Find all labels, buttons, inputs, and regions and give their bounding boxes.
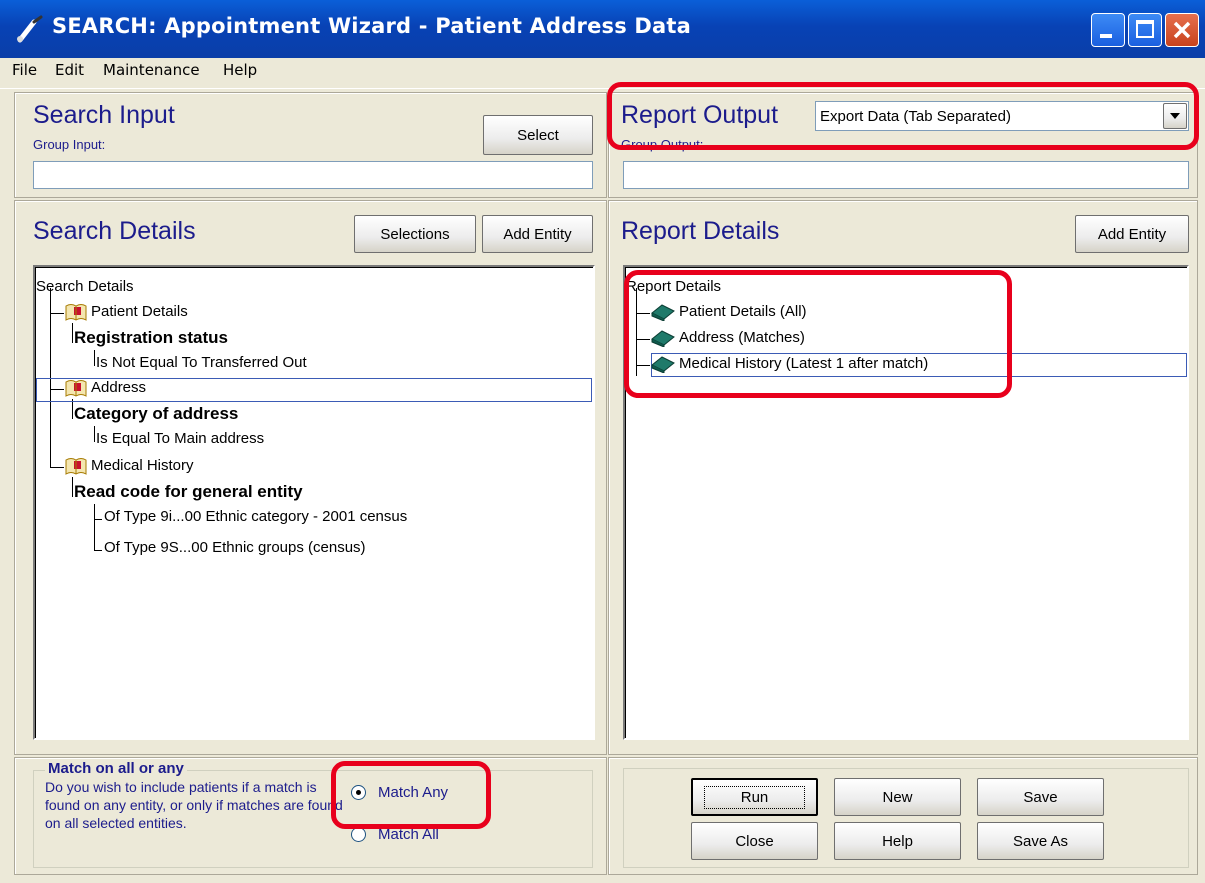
match-all-label: Match All (378, 826, 439, 843)
selections-button[interactable]: Selections (354, 215, 476, 253)
report-tree-root-label: Report Details (626, 278, 722, 295)
menu-help[interactable]: Help (223, 61, 257, 79)
report-details-heading: Report Details (621, 217, 780, 245)
close-window-button[interactable] (1165, 13, 1199, 47)
search-details-tree[interactable]: Search Details Patient Details Registrat… (33, 265, 595, 740)
tree-node-condition[interactable]: Of Type 9S...00 Ethnic groups (census) (104, 539, 366, 556)
report-node-address[interactable]: Address (Matches) (679, 329, 805, 346)
tree-node-address[interactable]: Address (91, 379, 146, 396)
menu-edit[interactable]: Edit (55, 61, 84, 79)
report-output-dropdown[interactable]: Export Data (Tab Separated) (815, 101, 1189, 131)
match-any-option[interactable]: Match Any (351, 784, 448, 801)
chevron-down-icon (1170, 113, 1180, 119)
entity-book-icon (65, 458, 87, 475)
tree-node-condition[interactable]: Is Not Equal To Transferred Out (96, 354, 307, 371)
actions-panel: Run New Save Close Help Save As (608, 757, 1198, 875)
report-node-patient-details[interactable]: Patient Details (All) (679, 303, 807, 320)
search-input-heading: Search Input (33, 101, 175, 129)
tree-node-patient-details[interactable]: Patient Details (91, 303, 188, 320)
report-output-heading: Report Output (621, 101, 779, 129)
search-details-panel: Search Details Selections Add Entity Sea… (14, 200, 607, 755)
tree-node-condition[interactable]: Of Type 9i...00 Ethnic category - 2001 c… (104, 508, 407, 525)
entity-book-icon (65, 304, 87, 321)
report-node-medical-history[interactable]: Medical History (Latest 1 after match) (679, 355, 928, 372)
app-icon (17, 15, 43, 43)
save-button[interactable]: Save (977, 778, 1104, 816)
window-title: SEARCH: Appointment Wizard - Patient Add… (52, 14, 692, 38)
search-input-panel: Search Input Group Input: Select (14, 92, 607, 198)
group-output-field[interactable] (623, 161, 1189, 189)
minimize-button[interactable] (1091, 13, 1125, 47)
tree-root-label: Search Details (36, 278, 134, 295)
search-details-heading: Search Details (33, 217, 196, 245)
tree-node-condition[interactable]: Is Equal To Main address (96, 430, 264, 447)
group-input-label: Group Input: (33, 137, 106, 152)
help-button[interactable]: Help (834, 822, 961, 860)
group-output-label: Group Output: (621, 137, 704, 152)
minimize-icon (1100, 34, 1112, 38)
report-entity-icon (651, 356, 675, 373)
close-icon (1173, 21, 1191, 39)
close-button[interactable]: Close (691, 822, 818, 860)
report-details-tree[interactable]: Report Details Patient Details (All) Add… (623, 265, 1189, 740)
tree-node-registration-status[interactable]: Registration status (74, 328, 228, 348)
report-details-panel: Report Details Add Entity Report Details… (608, 200, 1198, 755)
tree-node-read-code[interactable]: Read code for general entity (74, 482, 303, 502)
title-bar[interactable]: SEARCH: Appointment Wizard - Patient Add… (0, 0, 1205, 58)
match-any-label: Match Any (378, 784, 449, 801)
menu-bar: File Edit Maintenance Help (0, 58, 1205, 89)
match-all-option[interactable]: Match All (351, 826, 439, 843)
report-entity-icon (651, 304, 675, 321)
report-output-value: Export Data (Tab Separated) (820, 107, 1011, 125)
match-panel: Match on all or any Do you wish to inclu… (14, 757, 607, 875)
entity-book-icon (65, 380, 87, 397)
match-heading: Match on all or any (45, 760, 187, 777)
tree-node-category-of-address[interactable]: Category of address (74, 404, 238, 424)
report-output-panel: Report Output Group Output: Export Data … (608, 92, 1198, 198)
match-description: Do you wish to include patients if a mat… (45, 779, 343, 831)
menu-maintenance[interactable]: Maintenance (103, 61, 200, 79)
maximize-button[interactable] (1128, 13, 1162, 47)
group-input-field[interactable] (33, 161, 593, 189)
radio-selected-icon[interactable] (351, 785, 366, 800)
menu-file[interactable]: File (12, 61, 37, 79)
add-entity-button[interactable]: Add Entity (482, 215, 593, 253)
radio-unselected-icon[interactable] (351, 827, 366, 842)
new-button[interactable]: New (834, 778, 961, 816)
run-label: Run (703, 785, 806, 809)
maximize-icon (1136, 20, 1154, 38)
dropdown-arrow-button[interactable] (1163, 103, 1187, 129)
save-as-button[interactable]: Save As (977, 822, 1104, 860)
run-button[interactable]: Run (691, 778, 818, 816)
tree-node-medical-history[interactable]: Medical History (91, 457, 194, 474)
report-entity-icon (651, 330, 675, 347)
select-button[interactable]: Select (483, 115, 593, 155)
report-add-entity-button[interactable]: Add Entity (1075, 215, 1189, 253)
